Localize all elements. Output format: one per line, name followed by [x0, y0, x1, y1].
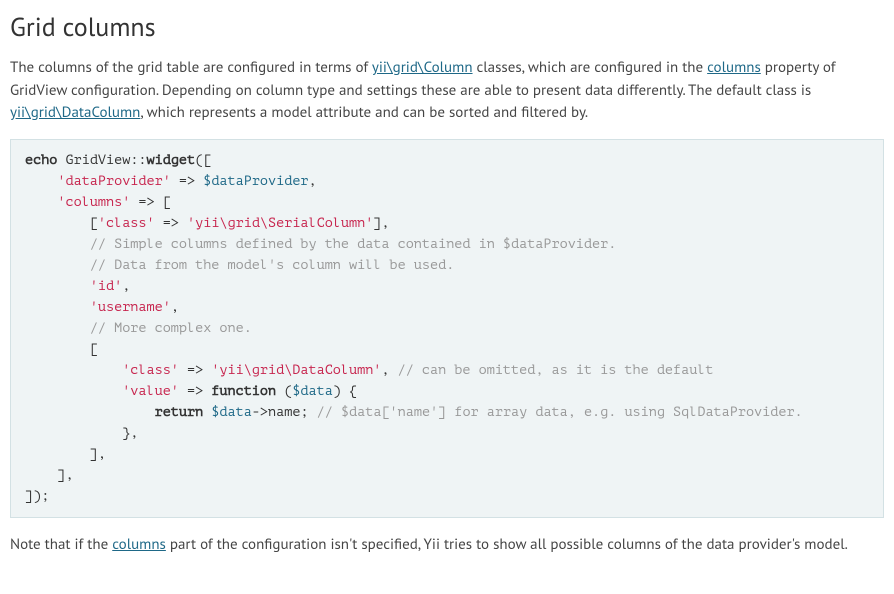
text: => [ — [130, 195, 171, 210]
keyword-echo: echo — [25, 153, 57, 168]
keyword-function: function — [211, 384, 276, 399]
comment: // More complex one. — [90, 321, 252, 336]
string: 'dataProvider' — [57, 174, 170, 189]
text: Note that if the — [10, 535, 112, 554]
text: ->name; — [252, 405, 317, 420]
string: 'yii\grid\DataColumn' — [211, 363, 381, 378]
string: 'class' — [122, 363, 179, 378]
code-pre: echo GridView::widget([ 'dataProvider' =… — [21, 150, 873, 507]
string: 'username' — [90, 300, 171, 315]
variable: $dataProvider — [203, 174, 308, 189]
text: , which represents a model attribute and… — [140, 103, 588, 122]
arrow: => — [179, 363, 211, 378]
text: The columns of the grid table are config… — [10, 58, 372, 77]
string: 'columns' — [57, 195, 130, 210]
comment: // Simple columns defined by the data co… — [90, 237, 617, 252]
text: GridView — [66, 153, 131, 168]
string: 'yii\grid\SerialColumn' — [187, 216, 373, 231]
keyword-return: return — [155, 405, 204, 420]
text: classes, which are configured in the — [473, 58, 708, 77]
code-block: echo GridView::widget([ 'dataProvider' =… — [10, 139, 884, 518]
arrow: => — [171, 174, 203, 189]
section-heading: Grid columns — [10, 8, 884, 47]
link-data-column[interactable]: yii\grid\DataColumn — [10, 103, 140, 122]
note-paragraph: Note that if the columns part of the con… — [10, 534, 884, 557]
comment: // $data['name'] for array data, e.g. us… — [317, 405, 803, 420]
string: 'class' — [98, 216, 155, 231]
comment: // Data from the model's column will be … — [90, 258, 455, 273]
arrow: => — [155, 216, 187, 231]
string: 'value' — [122, 384, 179, 399]
arrow: => — [179, 384, 211, 399]
text: part of the configuration isn't specifie… — [166, 535, 848, 554]
variable: $data — [211, 405, 252, 420]
link-columns-2[interactable]: columns — [112, 535, 166, 554]
link-columns[interactable]: columns — [707, 58, 761, 77]
link-grid-column[interactable]: yii\grid\Column — [372, 58, 473, 77]
variable: $data — [292, 384, 333, 399]
method: widget — [147, 153, 196, 168]
intro-paragraph: The columns of the grid table are config… — [10, 57, 884, 125]
comment: // can be omitted, as it is the default — [398, 363, 714, 378]
string: 'id' — [90, 279, 122, 294]
